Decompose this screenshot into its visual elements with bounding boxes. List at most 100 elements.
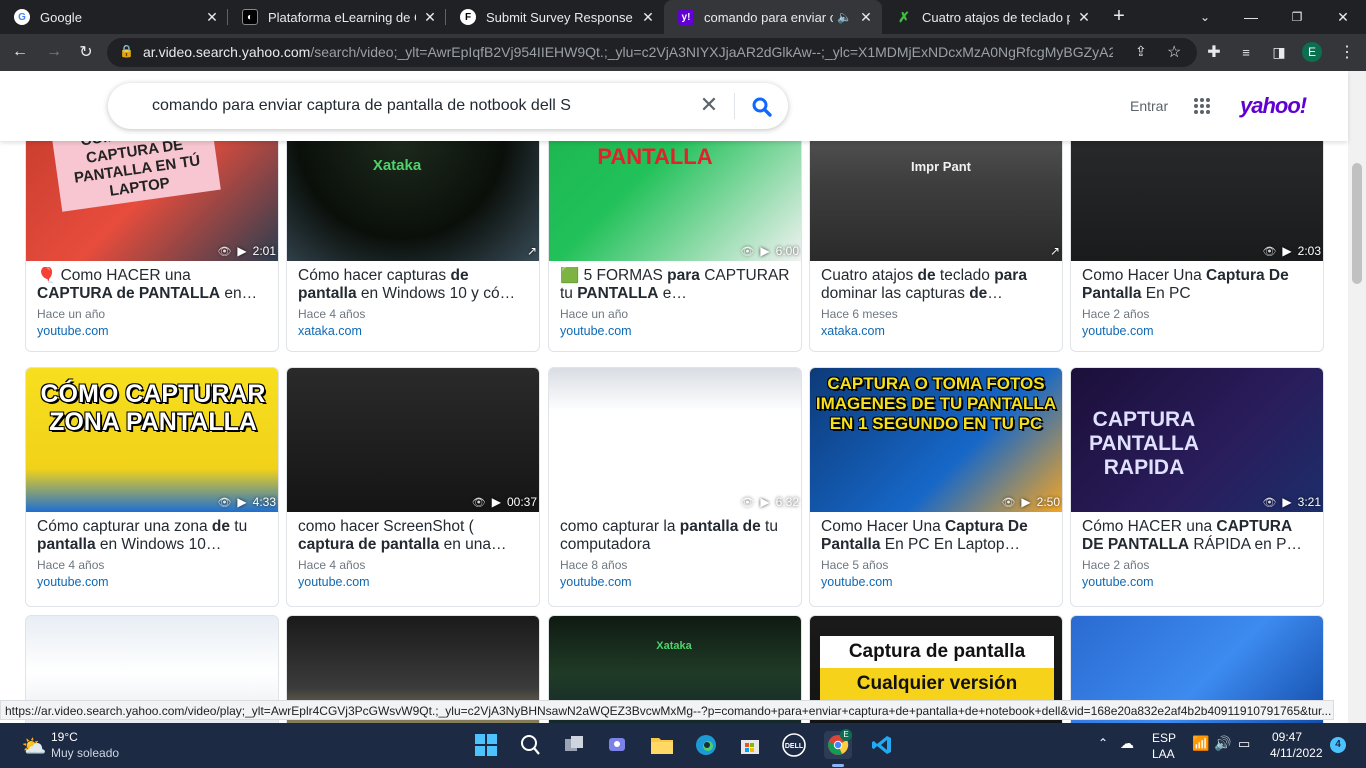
scrollbar-thumb[interactable]	[1352, 163, 1362, 284]
search-input[interactable]: comando para enviar captura de pantalla …	[152, 97, 571, 115]
close-tab-icon[interactable]: ✕	[422, 9, 438, 25]
profile-avatar[interactable]: E	[1298, 38, 1326, 66]
video-result-card[interactable]: 👁 ▶ 6:32 como capturar la pantalla de tu co…	[548, 367, 802, 607]
video-source[interactable]: youtube.com	[821, 575, 893, 589]
onedrive-icon[interactable]: ☁	[1120, 735, 1134, 752]
dell-icon[interactable]: DELL	[780, 731, 808, 759]
forward-icon[interactable]: →	[40, 38, 68, 66]
external-link-icon[interactable]: ↗	[527, 244, 537, 258]
video-source[interactable]: xataka.com	[298, 324, 362, 338]
signin-link[interactable]: Entrar	[1130, 98, 1168, 114]
apps-grid-icon[interactable]	[1193, 97, 1211, 115]
tab-search-icon[interactable]: ⌄	[1182, 0, 1228, 34]
video-source[interactable]: youtube.com	[37, 575, 109, 589]
weather-desc[interactable]: Muy soleado	[51, 746, 119, 760]
video-result-card[interactable]: CAPTURA PANTALLA RAPIDA 👁 ▶ 3:21 Cómo HACER …	[1070, 367, 1324, 607]
play-icon[interactable]: ▶	[237, 244, 246, 258]
battery-icon[interactable]: ▭	[1238, 736, 1250, 752]
video-source[interactable]: youtube.com	[37, 324, 109, 338]
preview-eye-icon[interactable]: 👁	[217, 496, 231, 509]
tray-overflow-icon[interactable]: ⌃	[1098, 736, 1108, 750]
video-title[interactable]: Cómo hacer capturas de pantalla en Windo…	[298, 267, 530, 303]
wifi-icon[interactable]: 📶	[1192, 735, 1209, 752]
play-icon[interactable]: ▶	[1282, 244, 1291, 258]
close-tab-icon[interactable]: ✕	[204, 9, 220, 25]
clock-date[interactable]: 4/11/2022	[1270, 746, 1323, 760]
tab-google[interactable]: G Google ✕	[0, 0, 228, 34]
search-icon[interactable]	[748, 93, 776, 121]
task-view-icon[interactable]	[560, 731, 588, 759]
new-tab-button[interactable]: +	[1108, 6, 1130, 28]
preview-eye-icon[interactable]: 👁	[1001, 496, 1015, 509]
volume-icon[interactable]: 🔊	[1214, 735, 1231, 752]
play-icon[interactable]: ▶	[1021, 495, 1030, 509]
video-source[interactable]: xataka.com	[821, 324, 885, 338]
video-title[interactable]: 🎈 Como HACER una CAPTURA de PANTALLA en…	[37, 267, 269, 303]
weather-icon[interactable]: ⛅	[20, 732, 48, 760]
windows-start-icon[interactable]	[472, 731, 500, 759]
video-title[interactable]: 🟩 5 FORMAS para CAPTURAR tu PANTALLA e…	[560, 267, 792, 303]
vscode-icon[interactable]	[868, 731, 896, 759]
play-icon[interactable]: ▶	[760, 495, 769, 509]
video-source[interactable]: youtube.com	[560, 324, 632, 338]
search-box[interactable]: comando para enviar captura de pantalla …	[108, 83, 788, 129]
restore-icon[interactable]: ❐	[1274, 0, 1320, 34]
tab-yahoo-search[interactable]: y! comando para enviar cap 🔈 ✕	[664, 0, 882, 34]
play-icon[interactable]: ▶	[760, 244, 769, 258]
video-title[interactable]: Cómo capturar una zona de tu pantalla en…	[37, 518, 269, 554]
preview-eye-icon[interactable]: 👁	[740, 245, 754, 258]
extensions-icon[interactable]: ✚	[1200, 38, 1228, 66]
play-icon[interactable]: ▶	[1282, 495, 1291, 509]
video-thumbnail[interactable]: CAPTURA PANTALLA RAPIDA 👁 ▶ 3:21	[1071, 368, 1323, 512]
yahoo-logo[interactable]: yahoo!	[1240, 93, 1307, 119]
media-control-icon[interactable]: ≡	[1232, 38, 1260, 66]
search-taskbar-icon[interactable]	[516, 731, 544, 759]
reload-icon[interactable]: ↻	[72, 38, 100, 66]
video-title[interactable]: como hacer ScreenShot ( captura de panta…	[298, 518, 530, 554]
video-thumbnail[interactable]: CÓMO CAPTURAR ZONA PANTALLA 👁 ▶ 4:33	[26, 368, 278, 512]
menu-icon[interactable]: ⋮	[1333, 38, 1361, 66]
speaker-icon[interactable]: 🔈	[837, 10, 852, 24]
edge-icon[interactable]	[692, 731, 720, 759]
video-thumbnail[interactable]: CAPTURA O TOMA FOTOS IMAGENES DE TU PANT…	[810, 368, 1062, 512]
clear-search-icon[interactable]: ✕	[696, 93, 722, 119]
video-title[interactable]: Como Hacer Una Captura De Pantalla En PC…	[821, 518, 1053, 554]
preview-eye-icon[interactable]: 👁	[217, 245, 231, 258]
tab-survey[interactable]: F Submit Survey Response ✕	[446, 0, 664, 34]
preview-eye-icon[interactable]: 👁	[1262, 496, 1276, 509]
close-tab-icon[interactable]: ✕	[858, 9, 874, 25]
video-source[interactable]: youtube.com	[1082, 575, 1154, 589]
video-source[interactable]: youtube.com	[1082, 324, 1154, 338]
preview-eye-icon[interactable]: 👁	[1262, 245, 1276, 258]
back-icon[interactable]: ←	[6, 38, 34, 66]
close-tab-icon[interactable]: ✕	[1076, 9, 1092, 25]
address-bar[interactable]: 🔒 ar.video.search.yahoo.com/search/video…	[107, 38, 1197, 67]
video-result-card[interactable]: 👁 ▶ 00:37 como hacer ScreenShot ( captura d…	[286, 367, 540, 607]
play-icon[interactable]: ▶	[237, 495, 246, 509]
external-link-icon[interactable]: ↗	[1050, 244, 1060, 258]
video-title[interactable]: Como Hacer Una Captura De Pantalla En PC	[1082, 267, 1314, 303]
video-title[interactable]: como capturar la pantalla de tu computad…	[560, 518, 792, 554]
clock-time[interactable]: 09:47	[1272, 730, 1302, 744]
minimize-icon[interactable]: —	[1228, 0, 1274, 34]
video-thumbnail[interactable]: 👁 ▶ 00:37	[287, 368, 539, 512]
lock-icon[interactable]: 🔒	[119, 44, 134, 58]
share-icon[interactable]: ⇪	[1135, 43, 1147, 60]
video-source[interactable]: youtube.com	[560, 575, 632, 589]
close-window-icon[interactable]: ✕	[1320, 0, 1366, 34]
tab-xataka[interactable]: ✗ Cuatro atajos de teclado para ✕	[882, 0, 1100, 34]
file-explorer-icon[interactable]	[648, 731, 676, 759]
side-panel-icon[interactable]: ◨	[1265, 38, 1293, 66]
preview-eye-icon[interactable]: 👁	[740, 496, 754, 509]
video-result-card[interactable]: CAPTURA O TOMA FOTOS IMAGENES DE TU PANT…	[809, 367, 1063, 607]
language-code[interactable]: ESP	[1152, 731, 1176, 745]
video-source[interactable]: youtube.com	[298, 575, 370, 589]
video-title[interactable]: Cómo HACER una CAPTURA DE PANTALLA RÁPID…	[1082, 518, 1314, 554]
tab-coderhouse[interactable]: ◐ Plataforma eLearning de Cod ✕	[228, 0, 446, 34]
bookmark-star-icon[interactable]: ☆	[1167, 42, 1181, 62]
close-tab-icon[interactable]: ✕	[640, 9, 656, 25]
weather-temp[interactable]: 19°C	[51, 730, 78, 744]
teams-chat-icon[interactable]	[604, 731, 632, 759]
video-thumbnail[interactable]: 👁 ▶ 6:32	[549, 368, 801, 512]
video-title[interactable]: Cuatro atajos de teclado para dominar la…	[821, 267, 1053, 303]
